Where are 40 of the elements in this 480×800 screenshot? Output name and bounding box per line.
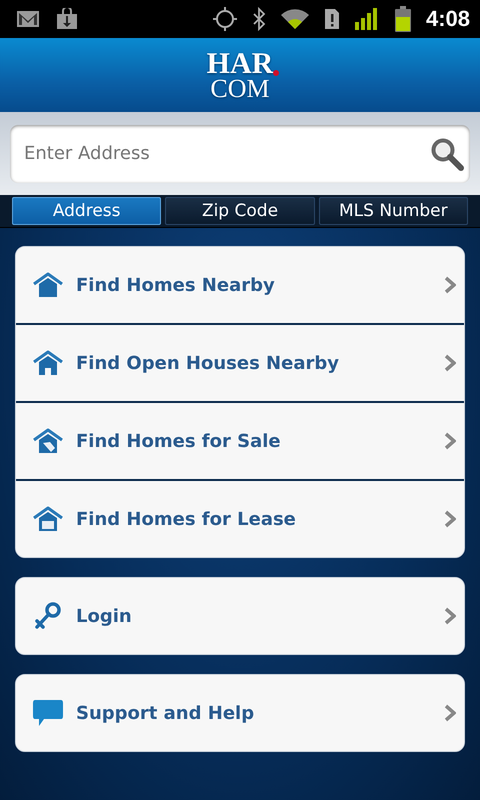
logo-text: HAR: [206, 50, 274, 77]
chevron-right-icon: [444, 704, 456, 722]
clock-time: 4:08: [426, 6, 470, 32]
mail-icon: [16, 10, 40, 28]
menu-item[interactable]: Support and Help: [16, 675, 464, 751]
house-icon: [32, 428, 64, 454]
search-icon[interactable]: [430, 136, 464, 170]
menu-label: Support and Help: [76, 702, 256, 724]
logo-dot-icon: [273, 70, 280, 76]
menu-label: Login: [76, 606, 133, 626]
chevron-right-icon: [444, 510, 456, 528]
wifi-icon: [280, 8, 310, 30]
menu-label: Find Homes Nearby: [76, 274, 276, 296]
chevron-right-icon: [444, 276, 456, 294]
menu-item[interactable]: Find Homes Nearby: [16, 247, 464, 323]
menu-item[interactable]: Find Open Houses Nearby: [16, 323, 464, 401]
search-field[interactable]: Enter Address: [10, 124, 470, 182]
chevron-right-icon: [444, 432, 456, 450]
menu-label: Find Homes for Lease: [76, 508, 297, 530]
search-tab[interactable]: MLS Number: [318, 197, 468, 225]
battery-icon: [394, 5, 412, 33]
bluetooth-icon: [252, 7, 266, 31]
menu-item[interactable]: Find Homes for Lease: [16, 479, 464, 557]
search-tab[interactable]: Address: [12, 197, 162, 225]
menu-item[interactable]: Login: [16, 578, 464, 654]
house-icon: [32, 350, 64, 376]
house-icon: [32, 272, 64, 298]
house-icon: [32, 506, 64, 532]
chat-bubble-icon: [32, 698, 64, 728]
download-icon: [56, 8, 78, 30]
chevron-right-icon: [444, 354, 456, 372]
sim-alert-icon: [324, 8, 340, 30]
chevron-right-icon: [444, 607, 456, 625]
menu-label: Find Homes for Sale: [76, 430, 282, 452]
menu-item[interactable]: Find Homes for Sale: [16, 401, 464, 479]
signal-icon: [354, 7, 380, 31]
search-tab[interactable]: Zip Code: [165, 197, 315, 225]
gps-icon: [212, 6, 238, 32]
logo-text: COM: [210, 76, 270, 100]
menu-label: Find Open Houses Nearby: [76, 352, 340, 374]
